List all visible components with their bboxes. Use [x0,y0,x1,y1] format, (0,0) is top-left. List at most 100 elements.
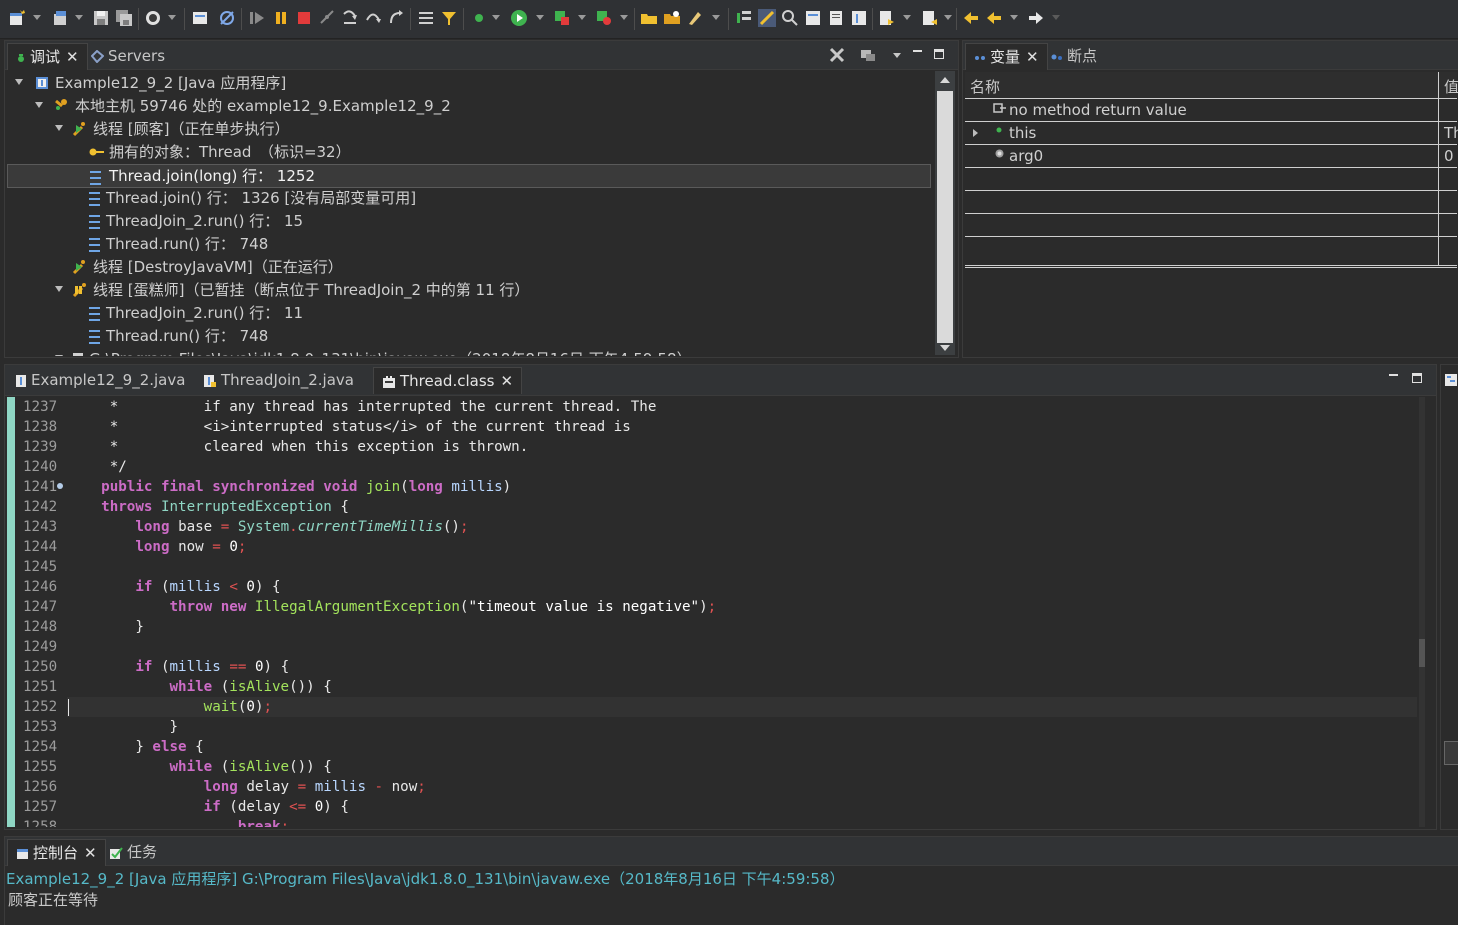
minimize-icon[interactable] [913,50,922,52]
line-number[interactable]: 1248 [23,617,69,637]
code-line[interactable]: while (isAlive()) { [67,757,332,777]
tree-item-frame[interactable]: ThreadJoin_2.run() 行： 15 [89,210,303,232]
suspend-icon[interactable] [272,9,290,27]
remove-terminated-icon[interactable] [828,46,846,64]
coverage-dropdown-arrow[interactable] [578,15,586,20]
scroll-thumb[interactable] [1419,639,1425,667]
code-line-current[interactable]: wait(0); [67,697,272,717]
line-number[interactable]: 1256 [23,777,69,797]
maximize-icon[interactable] [1412,373,1422,383]
terminate-icon[interactable] [295,9,313,27]
line-number[interactable]: 1244 [23,537,69,557]
code-line[interactable]: if (millis == 0) { [67,657,289,677]
tree-item-frame[interactable]: Thread.run() 行： 748 [89,233,268,255]
line-number[interactable]: 1254 [23,737,69,757]
open-dropdown-arrow[interactable] [75,15,83,20]
tab-servers[interactable]: Servers [83,43,173,69]
mark-occurrences-icon[interactable] [758,9,776,27]
code-line[interactable]: while (isAlive()) { [67,677,332,697]
maximize-icon[interactable] [934,49,944,59]
new-java-project-icon[interactable] [640,9,658,27]
view-menu-icon[interactable] [860,47,876,63]
tree-item-frame[interactable]: Thread.run() 行： 748 [89,325,268,347]
expand-toggle-icon[interactable] [55,355,63,356]
line-number[interactable]: 1242 [23,497,69,517]
editor-tab-threadjoin2[interactable]: ThreadJoin_2.java [195,367,362,393]
line-number[interactable]: 1251 [23,677,69,697]
block-selection-icon[interactable] [850,9,868,27]
tab-console[interactable]: 控制台 ✕ [7,839,106,866]
code-line[interactable]: long now = 0; [67,537,246,557]
tree-item-frame[interactable]: ThreadJoin_2.run() 行： 11 [89,302,303,324]
last-edit-location-icon[interactable] [962,9,980,27]
back-dropdown-arrow[interactable] [1010,15,1018,20]
external-tools-icon[interactable] [595,9,613,27]
variable-row[interactable]: arg0 0 [965,145,1457,168]
code-line[interactable]: public final synchronized void join(long… [67,477,511,497]
previous-annotation-icon[interactable] [921,9,939,27]
new-dropdown-arrow[interactable] [33,15,41,20]
code-line[interactable]: long delay = millis - now; [67,777,426,797]
line-number[interactable]: 1250 [23,657,69,677]
line-number[interactable]: 1257 [23,797,69,817]
variable-row[interactable]: this Th [965,122,1458,145]
debug-vertical-scrollbar[interactable] [935,71,955,355]
run-icon[interactable] [510,9,528,27]
external-tools-dropdown-arrow[interactable] [620,15,628,20]
new-icon[interactable] [8,9,26,27]
back-icon[interactable] [985,9,1003,27]
code-line[interactable]: break; [67,817,289,827]
line-number[interactable]: 1241 [23,477,69,497]
scroll-down-icon[interactable] [940,345,950,351]
toggle-breadcrumb-icon[interactable] [804,9,822,27]
close-icon[interactable]: ✕ [66,48,79,66]
line-number[interactable]: 1247 [23,597,69,617]
expand-toggle-icon[interactable] [35,102,43,108]
close-icon[interactable]: ✕ [500,372,513,390]
tree-item-frame-selected[interactable]: Thread.join(long) 行： 1252 [7,164,931,188]
previous-annotation-dropdown-arrow[interactable] [944,15,952,20]
console-icon[interactable] [191,9,209,27]
editor-tab-example12[interactable]: Example12_9_2.java [7,367,193,393]
step-into-icon[interactable] [341,9,359,27]
line-number[interactable]: 1249 [23,637,69,657]
line-number[interactable]: 1237 [23,397,69,417]
code-line[interactable]: */ [67,457,127,477]
outline-scroll-thumb[interactable] [1444,741,1458,765]
next-annotation-icon[interactable] [878,9,896,27]
view-menu-arrow[interactable] [893,53,901,58]
expand-toggle-icon[interactable] [55,125,63,131]
expand-toggle-icon[interactable] [55,286,63,292]
save-all-icon[interactable] [115,9,133,27]
tree-item-frame[interactable]: Thread.join() 行： 1326 [没有局部变量可用] [89,187,416,209]
tab-debug[interactable]: 调试 ✕ [7,43,88,70]
run-dropdown-arrow[interactable] [536,15,544,20]
profile-dropdown-arrow[interactable] [168,15,176,20]
code-area[interactable]: 1237 * if any thread has interrupted the… [5,397,1417,827]
code-line[interactable]: } [67,717,178,737]
code-line[interactable]: } else { [67,737,203,757]
code-line[interactable]: long base = System.currentTimeMillis(); [67,517,468,537]
code-line[interactable]: * if any thread has interrupted the curr… [67,397,657,417]
column-divider[interactable] [1438,72,1439,98]
outline-icon[interactable] [1444,373,1458,387]
scroll-up-icon[interactable] [940,77,950,83]
code-line[interactable]: throws InterruptedException { [67,497,349,517]
scroll-thumb[interactable] [937,91,953,343]
code-line[interactable]: } [67,617,144,637]
disconnect-icon[interactable] [318,9,336,27]
open-type-hierarchy-icon[interactable] [735,9,753,27]
step-return-icon[interactable] [387,9,405,27]
code-line[interactable]: * cleared when this exception is thrown. [67,437,529,457]
column-header-name[interactable]: 名称 [970,76,1000,97]
close-icon[interactable]: ✕ [84,844,97,862]
step-over-icon[interactable] [364,9,382,27]
line-number[interactable]: 1246 [23,577,69,597]
tab-variables[interactable]: 变量 ✕ [965,43,1048,70]
minimize-icon[interactable] [1389,374,1398,376]
editor-tab-thread-class[interactable]: Thread.class ✕ [373,367,523,394]
tab-tasks[interactable]: 任务 [101,839,165,865]
column-header-value[interactable]: 值 [1444,76,1458,97]
expand-toggle-icon[interactable] [973,129,978,137]
line-number[interactable]: 1239 [23,437,69,457]
